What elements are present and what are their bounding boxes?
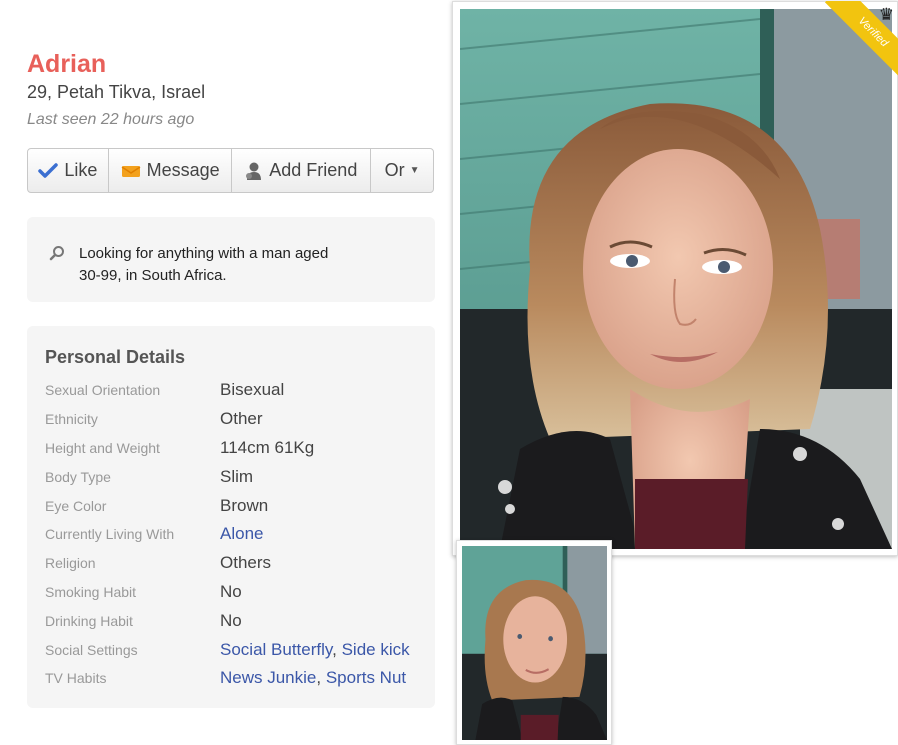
action-buttons: Like Message Add Friend Or ▼ xyxy=(27,148,434,193)
add-friend-button[interactable]: Add Friend xyxy=(232,149,372,192)
detail-value: Brown xyxy=(220,495,269,515)
or-label: Or xyxy=(384,160,405,180)
detail-value: Others xyxy=(220,553,272,573)
detail-key: Eye Color xyxy=(45,497,107,514)
living-with-link[interactable]: Alone xyxy=(220,524,263,544)
detail-row-tv-habits: TV Habits News Junkie, Sports Nut xyxy=(45,664,425,693)
photo-thumbnail[interactable] xyxy=(456,540,612,745)
detail-value: No xyxy=(220,581,242,601)
looking-for-text: Looking for anything with a man aged 30-… xyxy=(79,245,329,284)
detail-key: Smoking Habit xyxy=(45,583,137,600)
detail-row-height-weight: Height and Weight 114cm 61Kg xyxy=(45,434,425,463)
profile-name: Adrian xyxy=(27,50,107,78)
personal-details-panel: Personal Details Sexual Orientation Bise… xyxy=(27,326,435,708)
detail-key: Sexual Orientation xyxy=(45,382,161,399)
detail-value: 114cm 61Kg xyxy=(220,437,315,457)
detail-row-smoking: Smoking Habit No xyxy=(45,578,425,607)
profile-subtitle: 29, Petah Tikva, Israel xyxy=(27,82,206,102)
like-label: Like xyxy=(64,160,98,180)
detail-row-ethnicity: Ethnicity Other xyxy=(45,405,425,434)
detail-value: News Junkie, Sports Nut xyxy=(220,668,407,688)
detail-key: Social Settings xyxy=(45,641,138,658)
detail-row-orientation: Sexual Orientation Bisexual xyxy=(45,376,425,405)
thumbnail-image xyxy=(462,546,607,740)
detail-row-religion: Religion Others xyxy=(45,549,425,578)
news-junkie-link[interactable]: News Junkie xyxy=(220,668,316,687)
verified-badge: Verified ♛ xyxy=(822,1,898,77)
last-seen: Last seen 22 hours ago xyxy=(27,111,195,128)
checkmark-icon xyxy=(38,162,59,179)
detail-key: Currently Living With xyxy=(45,526,175,543)
details-list: Sexual Orientation Bisexual Ethnicity Ot… xyxy=(45,376,425,693)
person-add-icon xyxy=(245,161,263,181)
crown-icon: ♛ xyxy=(878,5,894,24)
detail-value: Social Butterfly, Side kick xyxy=(220,639,410,659)
detail-key: Drinking Habit xyxy=(45,612,133,629)
detail-value: Slim xyxy=(220,466,254,486)
detail-key: Body Type xyxy=(45,468,111,485)
detail-key: Height and Weight xyxy=(45,439,160,456)
detail-key: Ethnicity xyxy=(45,411,98,428)
detail-key: TV Habits xyxy=(45,670,107,687)
personal-details-title: Personal Details xyxy=(45,347,186,367)
detail-key: Religion xyxy=(45,555,96,572)
main-profile-photo[interactable]: Verified ♛ xyxy=(452,1,898,556)
search-icon xyxy=(49,245,65,266)
detail-row-living-with: Currently Living With Alone xyxy=(45,520,425,549)
detail-row-eye-color: Eye Color Brown xyxy=(45,491,425,520)
looking-for-box: Looking for anything with a man aged 30-… xyxy=(27,217,435,302)
add-friend-label: Add Friend xyxy=(269,160,358,180)
side-kick-link[interactable]: Side kick xyxy=(342,640,410,659)
detail-row-drinking: Drinking Habit No xyxy=(45,606,425,635)
message-label: Message xyxy=(146,160,220,180)
portrait-image xyxy=(460,9,892,549)
sports-nut-link[interactable]: Sports Nut xyxy=(326,668,406,687)
caret-down-icon: ▼ xyxy=(409,165,420,176)
like-button[interactable]: Like xyxy=(28,149,109,192)
envelope-icon xyxy=(121,163,141,179)
detail-value: No xyxy=(220,610,242,630)
detail-row-body-type: Body Type Slim xyxy=(45,462,425,491)
detail-row-social-settings: Social Settings Social Butterfly, Side k… xyxy=(45,635,425,664)
more-options-button[interactable]: Or ▼ xyxy=(371,149,433,192)
message-button[interactable]: Message xyxy=(109,149,233,192)
detail-value: Bisexual xyxy=(220,380,285,400)
detail-value: Other xyxy=(220,409,263,429)
social-butterfly-link[interactable]: Social Butterfly xyxy=(220,640,332,659)
